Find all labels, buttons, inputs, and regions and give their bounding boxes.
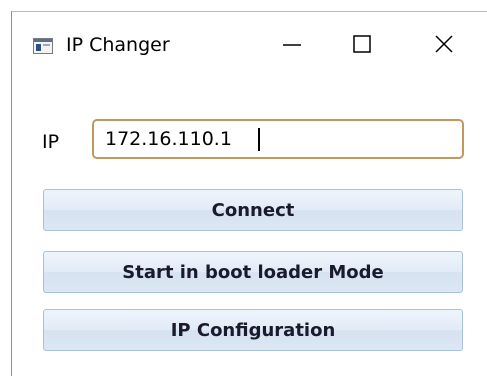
window-title: IP Changer	[66, 34, 170, 56]
minimize-button[interactable]	[272, 26, 312, 62]
minimize-icon	[283, 44, 301, 46]
maximize-icon	[353, 35, 371, 53]
title-bar[interactable]: IP Changer	[12, 12, 487, 72]
maximize-button[interactable]	[342, 26, 382, 62]
application-icon	[33, 38, 53, 54]
close-icon	[435, 35, 453, 53]
ip-configuration-button[interactable]: IP Configuration	[43, 309, 463, 351]
close-button[interactable]	[424, 26, 464, 62]
ip-label: IP	[42, 131, 60, 153]
connect-button[interactable]: Connect	[43, 189, 463, 231]
ip-address-input[interactable]	[92, 119, 464, 159]
text-caret	[258, 128, 260, 151]
boot-loader-button[interactable]: Start in boot loader Mode	[43, 251, 463, 293]
ip-changer-window: IP Changer IP Connect Start in boot load…	[11, 11, 487, 376]
